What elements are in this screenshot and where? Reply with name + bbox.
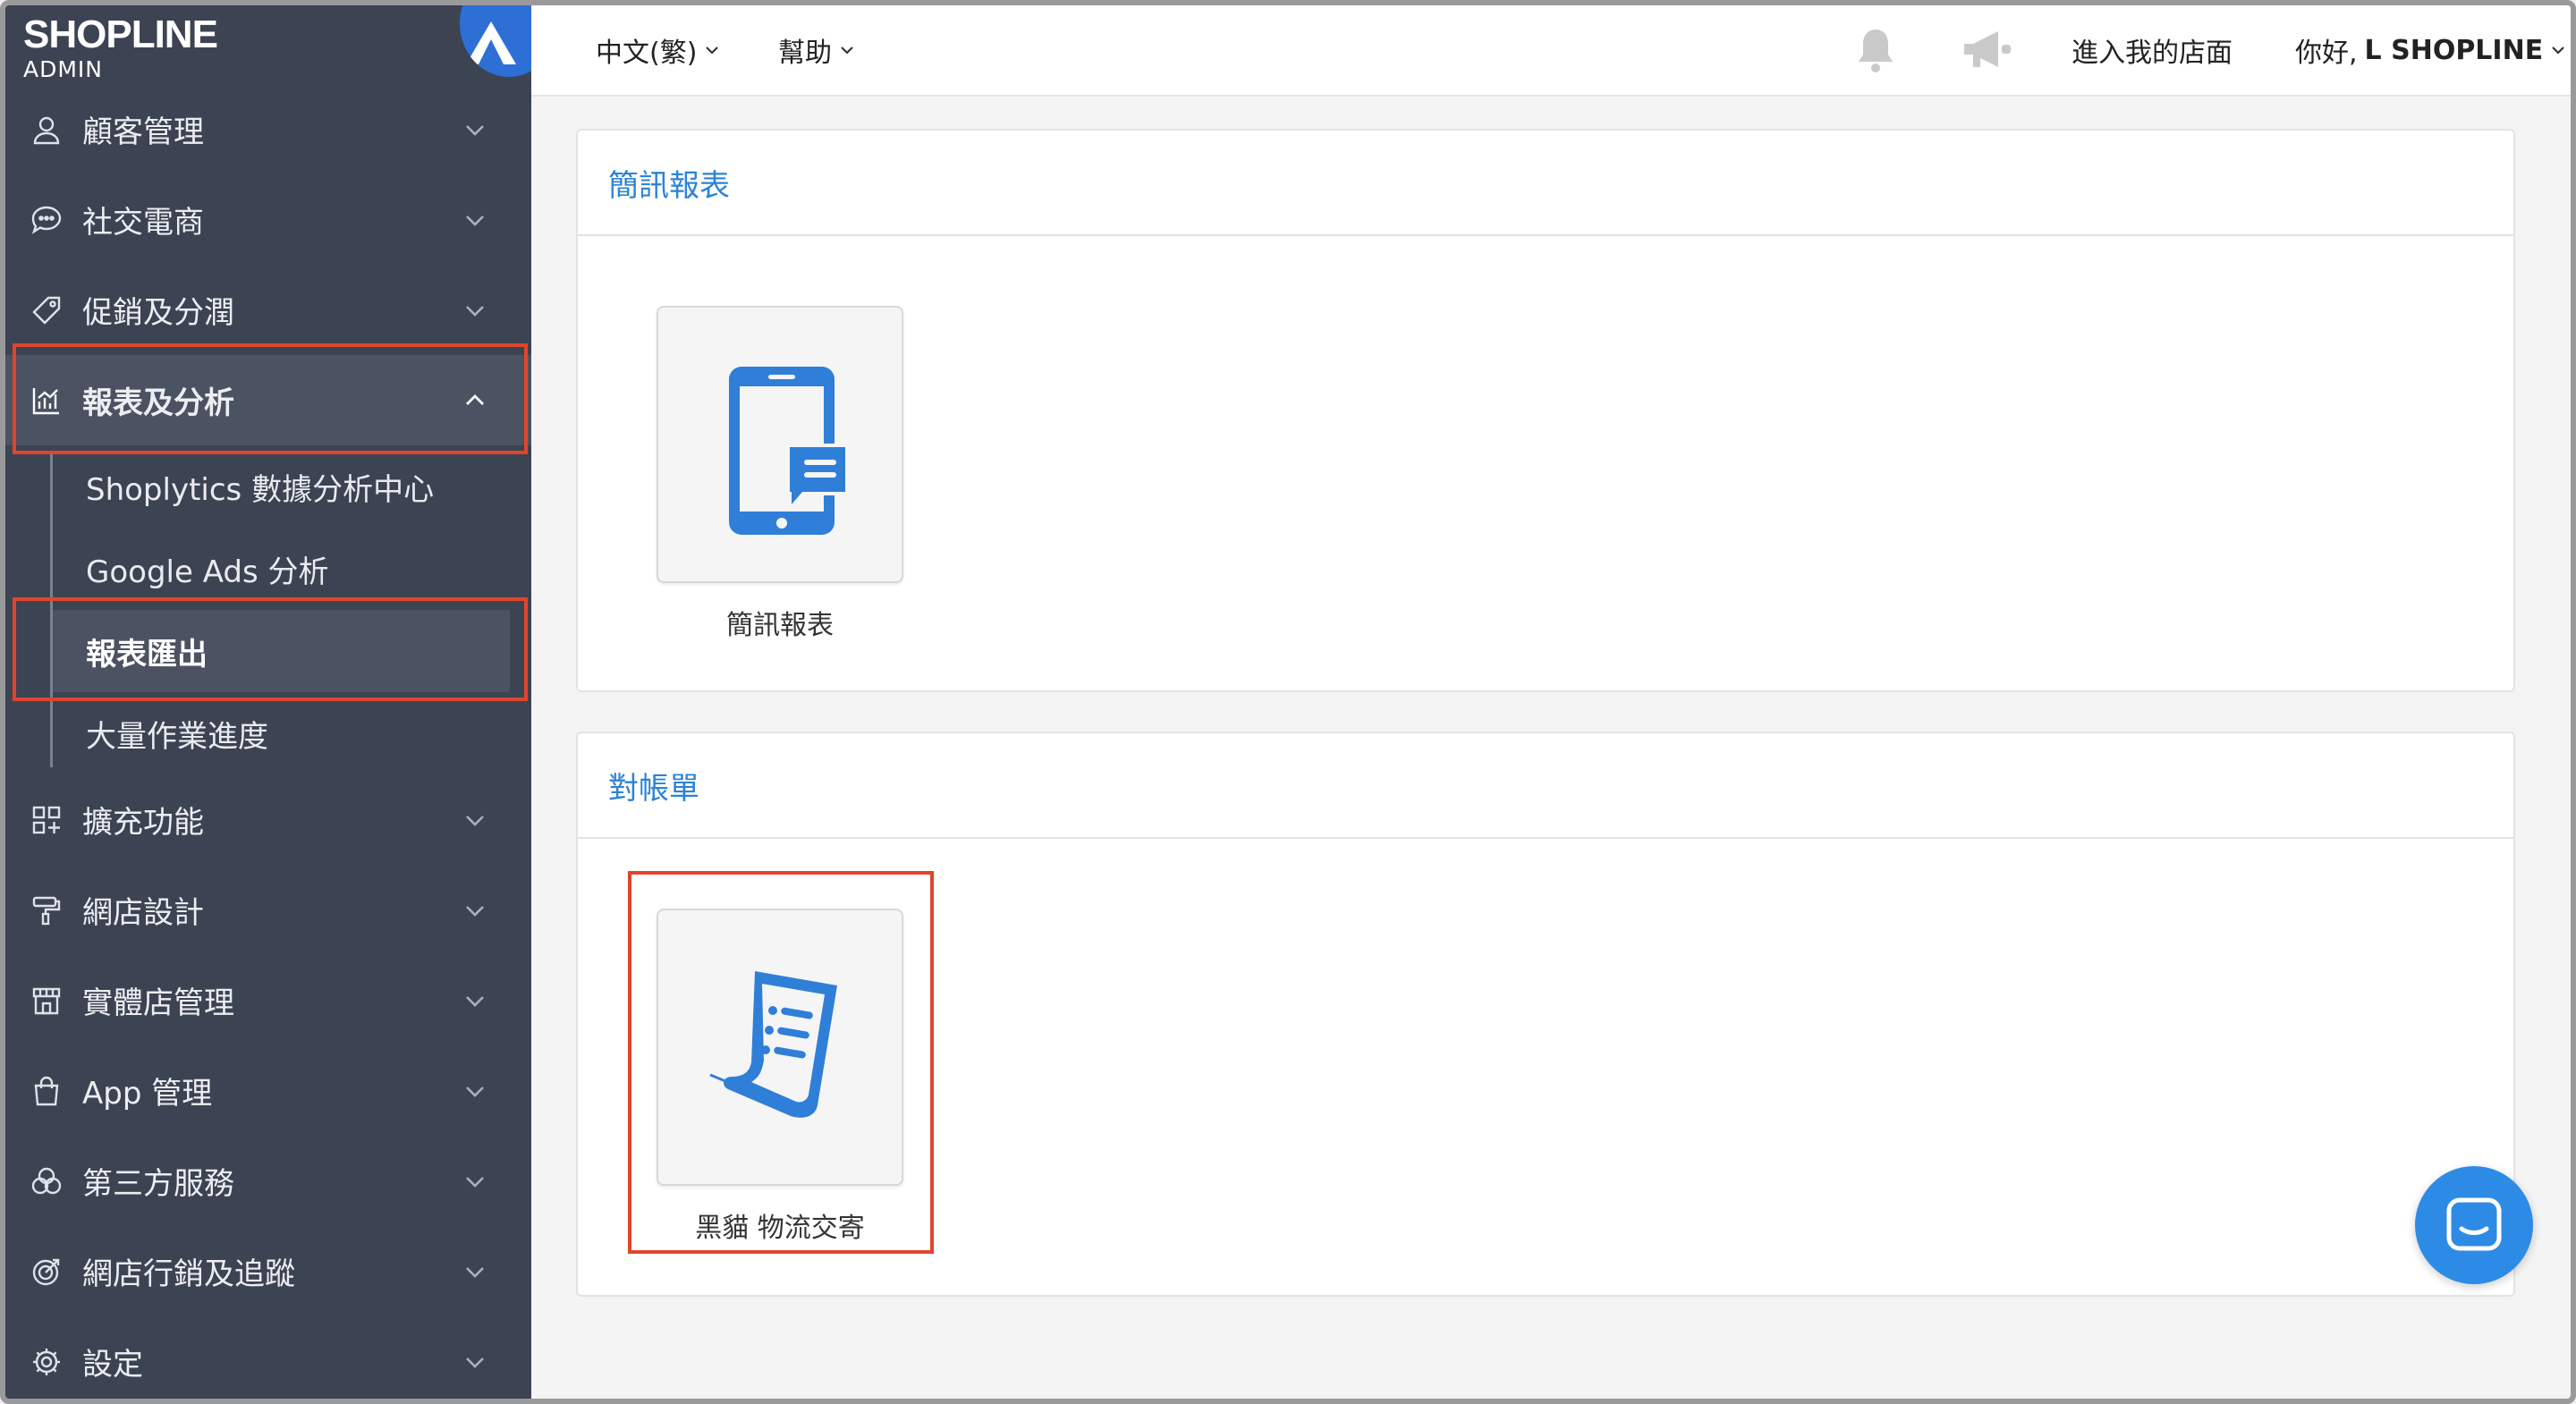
sms-report-tile[interactable] xyxy=(657,306,903,583)
megaphone-icon xyxy=(1964,31,2011,67)
chat-bubble-icon xyxy=(29,202,64,238)
tag-icon xyxy=(29,292,64,328)
sidebar-item-label: 實體店管理 xyxy=(82,985,234,1021)
language-label: 中文(繁) xyxy=(596,38,698,69)
panel-title: 對帳單 xyxy=(578,733,2513,839)
sidebar-item-third-party[interactable]: 第三方服務 xyxy=(5,1136,531,1226)
sms-report-tile-label[interactable]: 簡訊報表 xyxy=(619,603,941,642)
greeting-prefix: 你好, xyxy=(2295,38,2358,69)
help-label: 幫助 xyxy=(778,38,832,69)
brand-logo[interactable]: SHOPLINE ADMIN xyxy=(23,13,218,82)
chevron-down-icon xyxy=(466,995,484,1007)
user-menu[interactable]: 你好, L SHOPLINE xyxy=(2295,5,2566,95)
language-dropdown[interactable]: 中文(繁) xyxy=(596,5,720,95)
sidebar-item-label: 網店設計 xyxy=(82,895,204,931)
sidebar-menu: 顧客管理 社交電商 促銷及分潤 報表及分析 Shoplytics 數據分析中心 … xyxy=(5,84,531,1399)
chevron-down-icon xyxy=(466,124,484,136)
chevron-down-icon xyxy=(466,1176,484,1188)
apps-icon xyxy=(29,802,64,838)
highlight-reports xyxy=(13,343,528,454)
chevron-down-icon xyxy=(466,1266,484,1278)
sidebar-item-extensions[interactable]: 擴充功能 xyxy=(5,774,531,865)
sidebar-item-label: 網店行銷及追蹤 xyxy=(82,1256,295,1292)
panel-title: 簡訊報表 xyxy=(578,131,2513,236)
sidebar-item-physical-store[interactable]: 實體店管理 xyxy=(5,955,531,1045)
bell-icon xyxy=(1859,30,1893,72)
chevron-down-icon xyxy=(466,1357,484,1368)
announcements-button[interactable] xyxy=(1961,5,2014,95)
sidebar-item-store-design[interactable]: 網店設計 xyxy=(5,865,531,955)
sidebar-item-label: 第三方服務 xyxy=(82,1166,234,1202)
sidebar-item-label: 促銷及分潤 xyxy=(82,295,234,331)
browser-frame: SHOPLINE ADMIN 顧客管理 社交電商 促銷及分潤 報表及分析 Sho… xyxy=(0,0,2576,1404)
chevron-down-icon xyxy=(466,815,484,826)
sidebar-item-label: 擴充功能 xyxy=(82,805,204,841)
highlight-black-cat-tile xyxy=(628,871,934,1254)
chevron-down-icon xyxy=(706,47,719,55)
user-name: L SHOPLINE xyxy=(2364,34,2544,66)
sidebar-item-marketing[interactable]: 網店行銷及追蹤 xyxy=(5,1226,531,1316)
sidebar-item-app-management[interactable]: App 管理 xyxy=(5,1045,531,1136)
sidebar-item-label: 顧客管理 xyxy=(82,114,204,150)
submenu-item-shoplytics[interactable]: Shoplytics 數據分析中心 xyxy=(50,445,510,528)
chevron-down-icon xyxy=(466,905,484,917)
storefront-link[interactable]: 進入我的店面 xyxy=(2072,5,2233,95)
sidebar-item-label: App 管理 xyxy=(82,1076,213,1112)
user-icon xyxy=(29,112,64,148)
phone-message-icon xyxy=(729,367,849,535)
chevron-down-icon xyxy=(466,215,484,226)
sidebar-item-label: 設定 xyxy=(82,1347,143,1383)
store-icon xyxy=(29,983,64,1019)
chevron-down-icon xyxy=(466,1086,484,1097)
submenu-item-bulk-progress[interactable]: 大量作業進度 xyxy=(50,692,510,774)
shopping-bag-icon xyxy=(29,1073,64,1109)
sidebar-item-settings[interactable]: 設定 xyxy=(5,1316,531,1399)
top-bar: 中文(繁) 幫助 進入我的店面 你好, L SHOPLINE xyxy=(531,5,2571,97)
brand-name: SHOPLINE xyxy=(23,13,218,56)
target-icon xyxy=(29,1254,64,1290)
gear-icon xyxy=(29,1344,64,1380)
sidebar: SHOPLINE ADMIN 顧客管理 社交電商 促銷及分潤 報表及分析 Sho… xyxy=(5,5,558,1399)
sidebar-item-promotions[interactable]: 促銷及分潤 xyxy=(5,265,531,355)
circles-icon xyxy=(29,1163,64,1199)
help-dropdown[interactable]: 幫助 xyxy=(778,5,855,95)
brand-sub: ADMIN xyxy=(23,56,103,82)
chevron-down-icon xyxy=(466,305,484,317)
sidebar-item-label: 社交電商 xyxy=(82,205,204,241)
chat-launcher-button[interactable] xyxy=(2415,1166,2533,1284)
paint-roller-icon xyxy=(29,892,64,928)
notification-bell[interactable] xyxy=(1853,5,1898,95)
chevron-down-icon xyxy=(841,47,853,55)
sidebar-item-social-commerce[interactable]: 社交電商 xyxy=(5,174,531,265)
highlight-report-export xyxy=(13,597,528,701)
chat-icon xyxy=(2446,1197,2502,1251)
sidebar-item-customers[interactable]: 顧客管理 xyxy=(5,84,531,174)
chevron-down-icon xyxy=(2552,47,2564,55)
